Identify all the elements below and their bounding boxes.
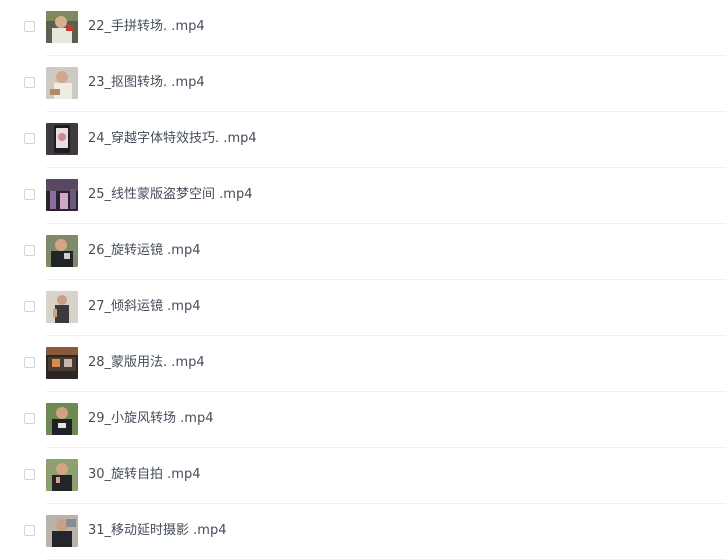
row-checkbox[interactable] [24,21,35,32]
file-name[interactable]: 24_穿越字体特效技巧. .mp4 [88,130,257,148]
row-checkbox[interactable] [24,413,35,424]
file-name[interactable]: 31_移动延时摄影 .mp4 [88,522,227,540]
file-list: 22_手拼转场. .mp4 23_抠图转场. .mp4 24_穿越字体特效技巧.… [0,0,726,560]
file-name[interactable]: 26_旋转运镜 .mp4 [88,242,201,260]
video-thumbnail-icon[interactable] [46,235,78,267]
file-row[interactable]: 24_穿越字体特效技巧. .mp4 [0,112,726,168]
file-row[interactable]: 26_旋转运镜 .mp4 [0,224,726,280]
file-name[interactable]: 28_蒙版用法. .mp4 [88,354,205,372]
file-row[interactable]: 29_小旋风转场 .mp4 [0,392,726,448]
row-checkbox[interactable] [24,525,35,536]
video-thumbnail-icon[interactable] [46,459,78,491]
file-name[interactable]: 22_手拼转场. .mp4 [88,18,205,36]
file-row[interactable]: 22_手拼转场. .mp4 [0,0,726,56]
file-row[interactable]: 30_旋转自拍 .mp4 [0,448,726,504]
file-row[interactable]: 23_抠图转场. .mp4 [0,56,726,112]
video-thumbnail-icon[interactable] [46,515,78,547]
file-name[interactable]: 27_倾斜运镜 .mp4 [88,298,201,316]
file-name[interactable]: 23_抠图转场. .mp4 [88,74,205,92]
row-checkbox[interactable] [24,77,35,88]
video-thumbnail-icon[interactable] [46,347,78,379]
row-checkbox[interactable] [24,469,35,480]
file-row[interactable]: 27_倾斜运镜 .mp4 [0,280,726,336]
row-checkbox[interactable] [24,357,35,368]
video-thumbnail-icon[interactable] [46,123,78,155]
row-checkbox[interactable] [24,245,35,256]
video-thumbnail-icon[interactable] [46,11,78,43]
file-row[interactable]: 28_蒙版用法. .mp4 [0,336,726,392]
row-checkbox[interactable] [24,189,35,200]
row-checkbox[interactable] [24,133,35,144]
file-row[interactable]: 31_移动延时摄影 .mp4 [0,504,726,560]
video-thumbnail-icon[interactable] [46,67,78,99]
row-checkbox[interactable] [24,301,35,312]
file-row[interactable]: 25_线性蒙版盗梦空间 .mp4 [0,168,726,224]
video-thumbnail-icon[interactable] [46,179,78,211]
file-name[interactable]: 30_旋转自拍 .mp4 [88,466,201,484]
file-name[interactable]: 25_线性蒙版盗梦空间 .mp4 [88,186,253,204]
video-thumbnail-icon[interactable] [46,403,78,435]
video-thumbnail-icon[interactable] [46,291,78,323]
file-name[interactable]: 29_小旋风转场 .mp4 [88,410,214,428]
